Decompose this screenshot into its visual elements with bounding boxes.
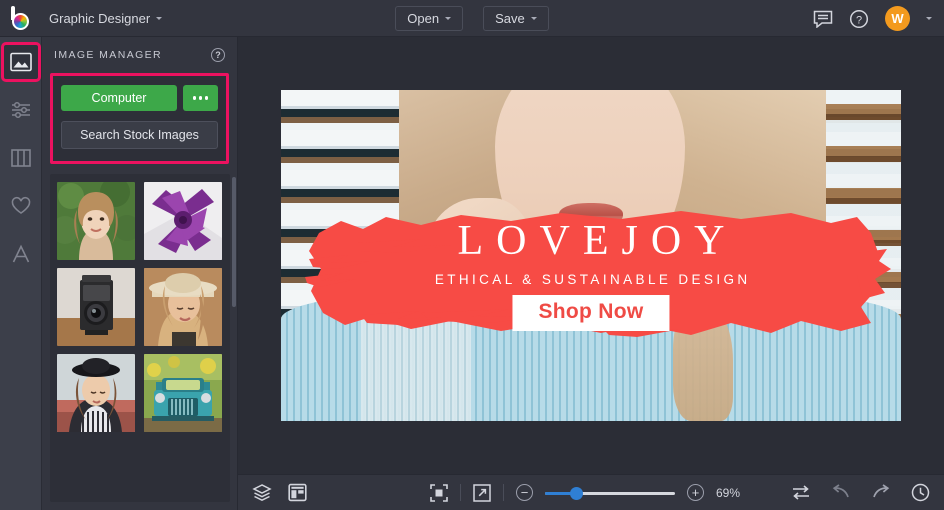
zoom-slider-handle[interactable] [570, 486, 584, 500]
left-tool-rail [0, 37, 42, 510]
dot [198, 96, 203, 100]
bottom-left-tools [238, 483, 307, 502]
open-label: Open [407, 11, 440, 26]
dot [192, 96, 197, 100]
source-button-row: Computer [61, 85, 218, 111]
computer-button[interactable]: Computer [61, 85, 177, 111]
open-button[interactable]: Open [395, 6, 464, 31]
top-bar-right-actions: ? W [813, 0, 932, 37]
thumb-purple-gift-bow[interactable] [144, 182, 222, 260]
layers-icon[interactable] [252, 483, 272, 502]
bottom-right-tools [791, 483, 930, 502]
panel-header: IMAGE MANAGER ? [42, 37, 237, 73]
thumb-woman-black-hat[interactable] [57, 354, 135, 432]
search-stock-images-button[interactable]: Search Stock Images [61, 121, 218, 149]
avatar-initial: W [891, 11, 904, 26]
sidebar-item-text[interactable] [4, 237, 38, 271]
chevron-down-icon [530, 17, 537, 20]
canvas-area[interactable]: LOVEJOY ETHICAL & SUSTAINABLE DESIGN Sho… [238, 37, 944, 474]
account-chevron-down-icon[interactable] [926, 17, 932, 20]
swap-arrows-icon[interactable] [791, 484, 811, 501]
thumb-woman-straw-hat[interactable] [144, 268, 222, 346]
stock-thumbnail-area [50, 174, 230, 502]
chevron-down-icon [156, 16, 163, 20]
bottom-toolbar: − + 69% [238, 474, 944, 510]
thumbnail-grid [57, 182, 223, 432]
app-root: Graphic Designer Open Save ? W IMAGE MAN… [0, 0, 944, 510]
design-banner[interactable]: LOVEJOY ETHICAL & SUSTAINABLE DESIGN Sho… [281, 90, 901, 421]
zoom-out-button[interactable]: − [516, 484, 533, 501]
more-options-icon[interactable] [183, 85, 218, 111]
text-a-icon [12, 244, 29, 263]
divider [460, 484, 461, 501]
chevron-down-icon [445, 17, 452, 20]
panel-title: IMAGE MANAGER [54, 49, 163, 61]
document-title-label: Graphic Designer [49, 10, 151, 26]
save-button[interactable]: Save [483, 6, 549, 31]
image-manager-panel: IMAGE MANAGER ? Computer Search Stock Im… [42, 37, 238, 510]
expand-arrow-icon[interactable] [473, 483, 491, 502]
dot [204, 96, 209, 100]
layout-panel-icon[interactable] [288, 483, 307, 502]
heart-icon [11, 196, 30, 214]
sidebar-item-image-manager[interactable] [0, 42, 41, 82]
top-bar: Graphic Designer Open Save ? W [0, 0, 944, 37]
logo-color-wheel-icon [11, 13, 29, 30]
columns-icon [10, 149, 31, 167]
zoom-in-button[interactable]: + [687, 484, 704, 501]
thumb-teal-vintage-truck[interactable] [144, 354, 222, 432]
panel-scrollbar[interactable] [232, 177, 236, 307]
shop-now-button[interactable]: Shop Now [512, 295, 670, 331]
sidebar-item-templates[interactable] [4, 141, 38, 175]
question-mark-icon[interactable]: ? [211, 48, 225, 62]
document-title-dropdown[interactable]: Graphic Designer [40, 5, 173, 32]
avatar[interactable]: W [885, 6, 910, 31]
svg-text:?: ? [856, 14, 862, 26]
logo-mark [10, 6, 31, 30]
zoom-slider[interactable] [545, 485, 675, 501]
save-label: Save [495, 11, 525, 26]
image-icon [9, 52, 32, 72]
redo-arrow-icon[interactable] [871, 484, 891, 501]
comment-icon[interactable] [813, 10, 833, 28]
history-clock-icon[interactable] [911, 483, 930, 502]
fit-to-screen-icon[interactable] [430, 483, 448, 502]
undo-arrow-icon[interactable] [831, 484, 851, 501]
sidebar-item-edit[interactable] [4, 93, 38, 127]
sliders-icon [11, 101, 30, 119]
divider [503, 484, 504, 501]
sidebar-item-graphics[interactable] [4, 189, 38, 223]
help-circle-icon[interactable]: ? [849, 9, 869, 29]
thumb-woman-green-foliage[interactable] [57, 182, 135, 260]
befunky-logo[interactable] [0, 0, 40, 37]
zoom-level-value: 69% [716, 485, 741, 500]
image-source-highlight-box: Computer Search Stock Images [50, 73, 229, 164]
thumb-vintage-camera[interactable] [57, 268, 135, 346]
